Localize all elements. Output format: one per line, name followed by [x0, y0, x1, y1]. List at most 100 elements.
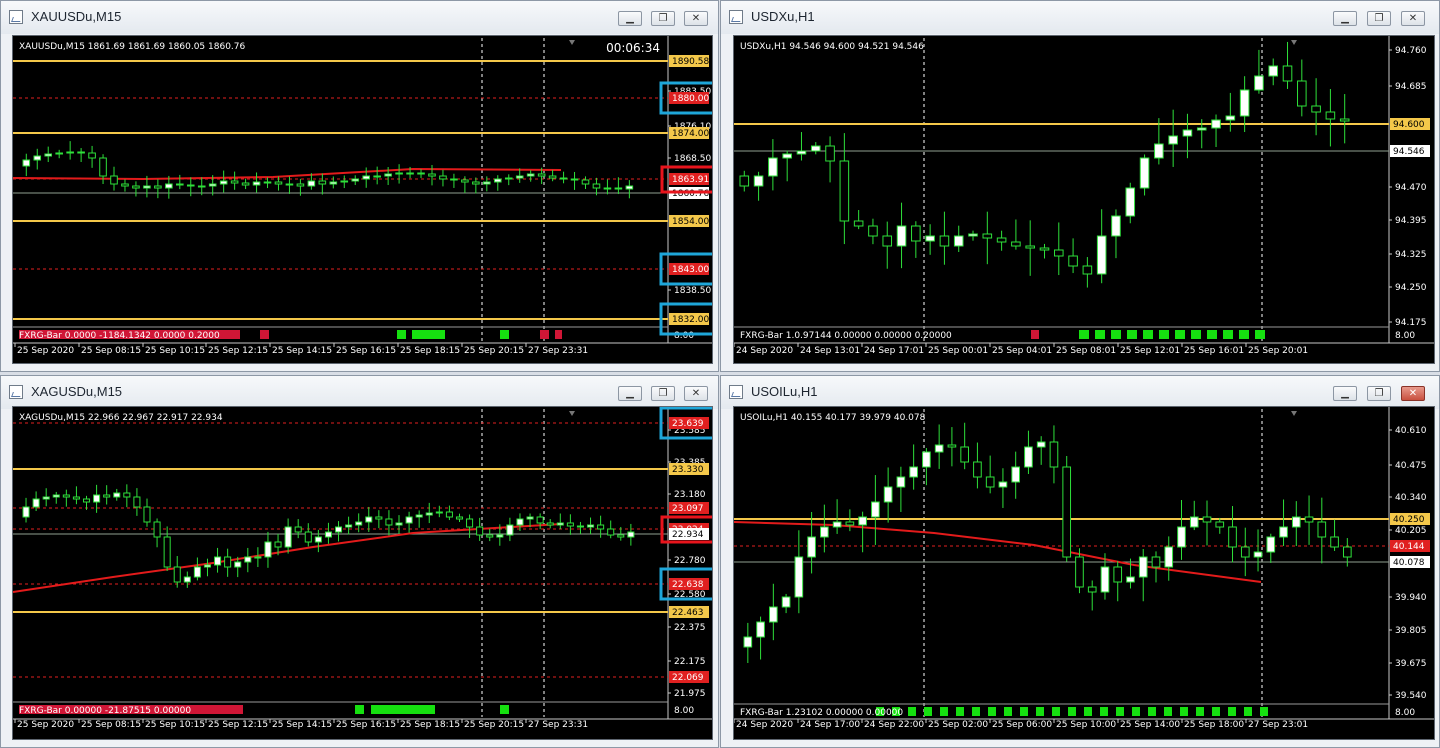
candle-bull — [743, 636, 753, 648]
indicator-signal-green — [1228, 707, 1236, 716]
price-tick-label: 40.475 — [1395, 461, 1427, 471]
time-tick-label: 25 Sep 12:15 — [208, 346, 268, 356]
candle-bull — [395, 172, 403, 175]
price-tick-label: 94.175 — [1395, 318, 1427, 328]
candle-bull — [796, 150, 807, 155]
level-price-label: 22.069 — [672, 673, 704, 683]
candle-bear — [274, 181, 283, 185]
price-chart-svg[interactable]: USDXu,H1 94.546 94.600 94.521 94.546 94.7… — [733, 36, 1434, 363]
candle-bull — [1196, 127, 1207, 131]
bar-timer: 00:06:34 — [606, 41, 660, 55]
time-tick-label: 25 Sep 00:01 — [928, 346, 988, 356]
minimize-button[interactable]: ▁ — [618, 11, 642, 26]
window-titlebar[interactable]: USOILu,H1 ▁ ❐ ✕ — [721, 376, 1439, 409]
candle-bull — [52, 494, 60, 498]
close-button[interactable]: ✕ — [684, 11, 708, 26]
price-tick-label: 40.340 — [1395, 493, 1427, 503]
candle-bull — [753, 175, 764, 187]
candle-bear — [1025, 245, 1035, 249]
window-titlebar[interactable]: USDXu,H1 ▁ ❐ ✕ — [721, 1, 1439, 34]
level-price-label: 22.463 — [672, 608, 704, 618]
price-chart-svg[interactable]: USOILu,H1 40.155 40.177 39.979 40.078 40.… — [733, 407, 1434, 739]
window-titlebar[interactable]: XAUUSDu,M15 ▁ ❐ ✕ — [1, 1, 718, 34]
time-tick-label: 25 Sep 20:15 — [464, 346, 524, 356]
indicator-signal-green — [397, 330, 406, 339]
candle-bull — [435, 511, 443, 514]
time-tick-label: 27 Sep 23:31 — [528, 346, 588, 356]
indicator-axis-label: 8.00 — [674, 706, 694, 716]
candle-bull — [314, 536, 322, 543]
minimize-button[interactable]: ▁ — [1333, 11, 1357, 26]
chart-window-usoil[interactable]: USOILu,H1 ▁ ❐ ✕ USOILu,H1 40.155 40.177 … — [720, 375, 1440, 748]
candle-bear — [274, 541, 282, 548]
candle-bull — [810, 145, 821, 152]
candle-bear — [739, 175, 750, 187]
price-tick-label: 39.675 — [1395, 659, 1427, 669]
candle-bull — [1024, 446, 1033, 468]
chart-window-icon — [9, 385, 23, 399]
close-button[interactable]: ✕ — [684, 386, 708, 401]
price-chart-svg[interactable]: XAUUSDu,M15 1861.69 1861.69 1860.05 1860… — [12, 36, 721, 363]
indicator-signal-green — [1239, 330, 1249, 339]
restore-button[interactable]: ❐ — [1367, 386, 1391, 401]
price-tick-label: 94.685 — [1395, 82, 1427, 92]
chart-area[interactable]: XAGUSDu,M15 22.966 22.967 22.917 22.934 2… — [12, 406, 721, 740]
candle-bear — [385, 518, 393, 526]
candle-bear — [614, 187, 623, 190]
chart-window-xagusd[interactable]: XAGUSDu,M15 ▁ ❐ ✕ XAGUSDu,M15 22.966 22.… — [0, 375, 721, 748]
candle-bear — [559, 177, 568, 180]
time-tick-label: 25 Sep 08:01 — [1056, 346, 1116, 356]
candle-bull — [362, 175, 370, 180]
candle-bear — [617, 534, 625, 538]
window-titlebar[interactable]: XAGUSDu,M15 ▁ ❐ ✕ — [1, 376, 718, 409]
chart-area[interactable]: XAUUSDu,M15 1861.69 1861.69 1860.05 1860… — [12, 35, 721, 364]
level-price-label: 94.546 — [1393, 147, 1425, 157]
price-tick-label: 22.375 — [674, 623, 706, 633]
minimize-button[interactable]: ▁ — [1333, 386, 1357, 401]
price-tick-label: 21.975 — [674, 689, 706, 699]
candle-bear — [445, 511, 453, 518]
candle-bull — [526, 173, 535, 177]
indicator-signal-green — [1191, 330, 1201, 339]
chart-area[interactable]: USDXu,H1 94.546 94.600 94.521 94.546 94.7… — [733, 35, 1435, 364]
price-tick-label: 39.805 — [1395, 626, 1427, 636]
candle-bear — [537, 173, 546, 177]
restore-button[interactable]: ❐ — [651, 386, 675, 401]
indicator-signal-green — [1020, 707, 1028, 716]
candle-bear — [466, 518, 474, 528]
candle-bull — [496, 534, 504, 538]
chart-window-usdx[interactable]: USDXu,H1 ▁ ❐ ✕ USDXu,H1 94.546 94.600 94… — [720, 0, 1440, 372]
chart-window-xauusd[interactable]: XAUUSDu,M15 ▁ ❐ ✕ XAUUSDu,M15 1861.69 18… — [0, 0, 721, 372]
close-button[interactable]: ✕ — [1401, 386, 1425, 401]
candle-bull — [214, 556, 222, 566]
level-price-label: 1880.00 — [672, 94, 709, 104]
candle-bear — [461, 179, 469, 183]
candle-bear — [1330, 536, 1339, 548]
restore-button[interactable]: ❐ — [1367, 11, 1391, 26]
price-chart-svg[interactable]: XAGUSDu,M15 22.966 22.967 22.917 22.934 2… — [12, 406, 721, 739]
price-tick-label: 40.205 — [1395, 526, 1427, 536]
candle-bull — [244, 556, 252, 563]
candle-bear — [121, 183, 129, 187]
level-price-label: 40.250 — [1393, 515, 1425, 525]
candle-bear — [1215, 521, 1225, 528]
candle-bear — [486, 534, 494, 538]
indicator-signal-green — [1079, 330, 1089, 339]
candle-bull — [55, 152, 63, 155]
candle-bull — [504, 177, 513, 180]
candle-bear — [176, 183, 184, 186]
chart-info-text: XAUUSDu,M15 1861.69 1861.69 1860.05 1860… — [19, 42, 246, 52]
candle-bull — [1138, 556, 1148, 578]
chart-area[interactable]: USOILu,H1 40.155 40.177 39.979 40.078 40.… — [733, 406, 1435, 740]
shift-marker-icon — [1291, 411, 1297, 416]
minimize-button[interactable]: ▁ — [618, 386, 642, 401]
candle-bear — [373, 175, 381, 178]
level-price-label: 23.097 — [672, 504, 704, 514]
restore-button[interactable]: ❐ — [651, 11, 675, 26]
indicator-axis-label: 8.00 — [1395, 708, 1415, 718]
indicator-signal-green — [1084, 707, 1092, 716]
candle-bull — [769, 606, 778, 623]
close-button[interactable]: ✕ — [1401, 11, 1425, 26]
candle-bear — [1311, 105, 1321, 113]
candle-bear — [597, 524, 605, 530]
